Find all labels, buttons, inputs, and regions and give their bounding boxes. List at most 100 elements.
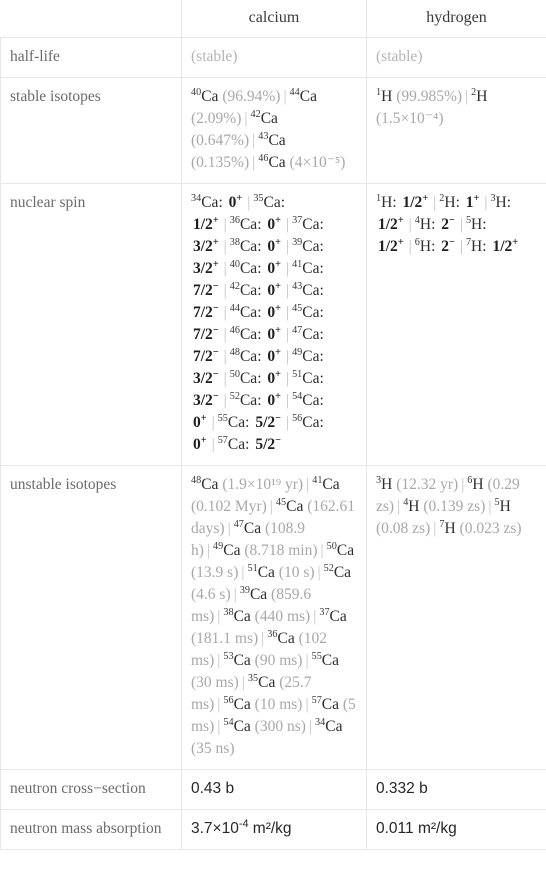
isotope-symbol: Ca (239, 369, 258, 387)
isotope-symbol: Ca (302, 391, 320, 409)
isotope-colon: : (392, 193, 397, 211)
isotope-entry: 37Ca: (292, 215, 324, 233)
isotope-symbol: Ca (321, 695, 340, 713)
isotope-entry: 7H: (466, 237, 487, 255)
unstable-isotopes-hydrogen: 3H (12.32 yr) | 6H (0.29 zs) | 4H (0.139 zs)… (366, 464, 546, 770)
isotope-entry: 40Ca (191, 87, 218, 105)
isotope-symbol: Ca (239, 303, 258, 321)
isotope-colon: : (319, 237, 324, 255)
isotope-colon: : (245, 413, 250, 431)
isotope-colon: : (257, 215, 262, 233)
isotope-symbol: Ca (233, 717, 251, 735)
isotope-entry: 35Ca: (253, 192, 285, 211)
isotope-mass-number: 34 (315, 716, 326, 728)
isotope-value: (12.32 yr) (396, 475, 459, 493)
isotope-symbol: Ca (239, 347, 258, 365)
isotope-separator: | (223, 391, 227, 409)
isotope-spin-value: 3/2− (193, 368, 219, 387)
isotope-entry: 1H: (376, 193, 397, 211)
isotope-separator: | (305, 695, 309, 713)
neutron-mass-absorption-calcium: 3.7×10-4 m²/kg (181, 808, 367, 850)
isotope-entry: 35Ca (247, 672, 276, 691)
isotope-symbol: Ca (258, 673, 276, 691)
isotope-entry: 37Ca (319, 606, 347, 625)
isotope-colon: : (319, 281, 324, 299)
isotope-entry: 39Ca (240, 585, 267, 603)
isotope-symbol: Ca (233, 607, 251, 625)
isotope-separator: | (433, 519, 437, 537)
isotope-colon: : (257, 281, 262, 299)
isotope-mass-number: 56 (223, 694, 234, 706)
isotope-entry: 40Ca: (230, 259, 262, 277)
isotope-entry: 6H: (415, 237, 436, 255)
isotope-entry: 49Ca: (292, 347, 324, 365)
isotope-list: 1H (99.985%) | 2H (1.5×10⁻⁴) (376, 87, 487, 127)
isotope-spin-value: 3/2+ (193, 258, 219, 277)
row-label-stable-isotopes: stable isotopes (0, 76, 182, 184)
isotope-entry: 43Ca: (292, 281, 324, 299)
isotope-symbol: Ca (233, 651, 251, 669)
isotope-value: (0.023 zs) (459, 519, 522, 537)
isotope-symbol: Ca (257, 563, 275, 581)
isotope-colon: : (257, 237, 262, 255)
isotope-list: 48Ca (1.9×10¹⁹ yr) | 41Ca (0.102 Myr) | 45Ca… (191, 474, 356, 757)
isotope-mass-number: 35 (247, 672, 259, 684)
isotope-spin-value: 7/2− (193, 280, 219, 299)
isotope-colon: : (319, 369, 324, 387)
isotope-value: (99.985%) (396, 87, 463, 105)
isotope-colon: : (506, 193, 512, 211)
isotope-entry: 2H (471, 87, 487, 105)
isotope-mass-number: 52 (323, 562, 334, 574)
isotope-value: (1.5×10⁻⁴) (376, 109, 444, 127)
isotope-value: (13.9 s) (191, 563, 239, 581)
isotope-mass-number: 42 (250, 108, 261, 120)
isotope-symbol: Ca (277, 629, 295, 647)
isotope-symbol: Ca (302, 325, 320, 343)
isotope-symbol: Ca (329, 607, 347, 625)
isotope-mass-number: 50 (229, 368, 240, 380)
isotope-separator: | (217, 607, 221, 625)
isotope-separator: | (269, 497, 273, 515)
isotope-symbol: H (495, 193, 507, 211)
isotope-separator: | (241, 673, 245, 691)
isotope-spin-value: 7/2− (193, 324, 219, 343)
isotope-colon: : (257, 259, 262, 277)
isotope-separator: | (459, 215, 463, 233)
column-header-calcium: calcium (181, 0, 367, 38)
isotope-mass-number: 52 (229, 390, 240, 402)
isotope-mass-number: 41 (312, 474, 323, 486)
isotope-value: (440 ms) (254, 607, 311, 625)
isotope-value: (1.9×10¹⁹ yr) (222, 475, 304, 493)
isotope-symbol: Ca (239, 237, 258, 255)
isotope-value: (181.1 ms) (191, 629, 259, 647)
isotope-separator: | (223, 215, 227, 233)
isotope-entry: 46Ca (258, 153, 285, 171)
isotope-entry: 7H (439, 519, 455, 537)
isotope-spin-value: 1+ (465, 192, 480, 211)
isotope-spin-value: 0+ (267, 236, 281, 255)
isotope-mass-number: 46 (229, 324, 240, 336)
isotope-spin-value: 0+ (267, 302, 281, 321)
isotope-mass-number: 35 (253, 192, 264, 204)
isotope-symbol: Ca (239, 259, 258, 277)
isotope-list: 40Ca (96.94%) | 44Ca (2.09%) | 42Ca (0.647%)… (191, 87, 345, 171)
isotope-entry: 50Ca: (229, 368, 262, 387)
isotope-symbol: Ca (263, 193, 281, 211)
isotope-entry: 36Ca: (230, 215, 262, 233)
isotope-entry: 48Ca: (230, 347, 262, 365)
isotope-symbol: H (444, 193, 456, 211)
isotope-entry: 56Ca (223, 694, 250, 713)
isotope-entry: 47Ca: (292, 325, 324, 343)
isotope-mass-number: 55 (311, 650, 322, 662)
isotope-mass-number: 37 (319, 606, 330, 618)
isotope-colon: : (319, 259, 324, 277)
neutron-cross-section-calcium: 0.43 b (181, 768, 367, 810)
isotope-mass-number: 49 (213, 540, 224, 552)
isotope-separator: | (261, 629, 265, 647)
isotope-value: (96.94%) (222, 87, 281, 105)
table-header-row: calcium hydrogen (0, 0, 546, 38)
isotope-separator: | (283, 87, 287, 105)
isotope-separator: | (461, 475, 465, 493)
isotope-separator: | (233, 585, 237, 603)
isotope-entry: 54Ca: (292, 391, 324, 409)
